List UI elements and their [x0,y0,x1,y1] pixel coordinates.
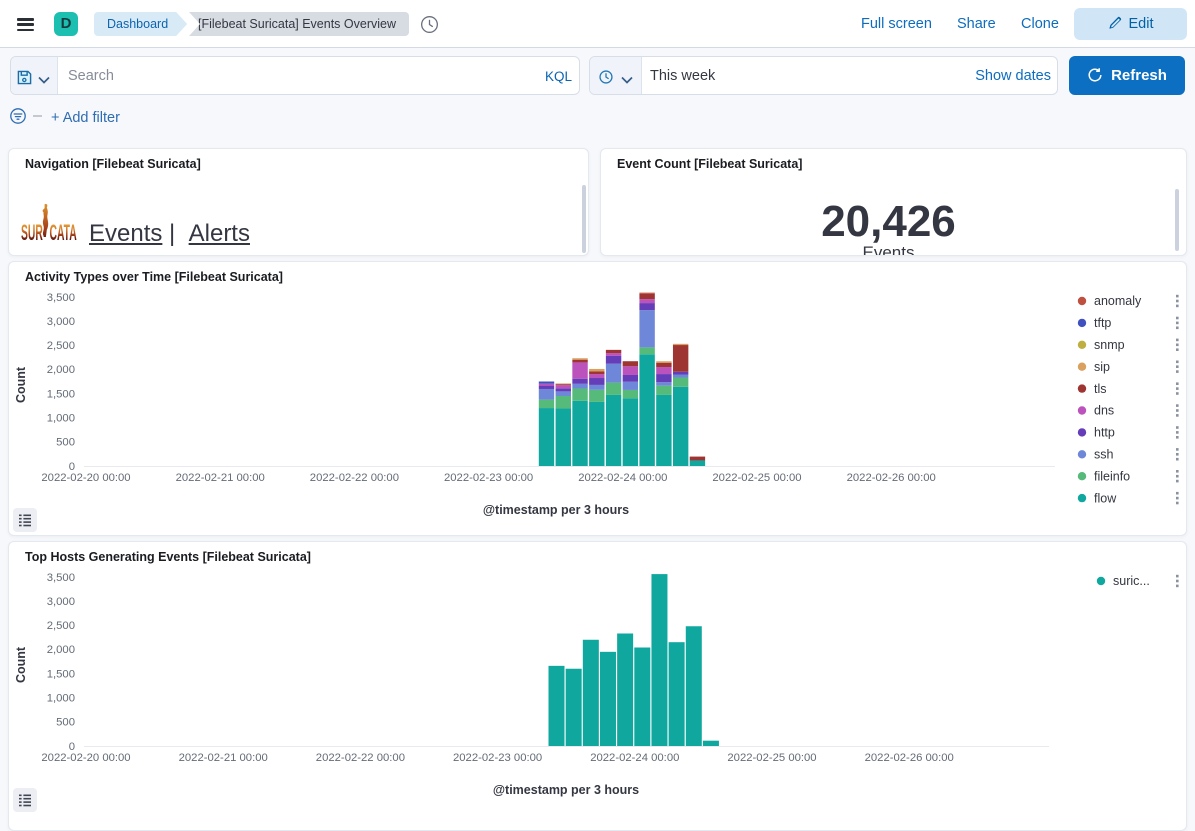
svg-text:Count: Count [14,646,28,683]
svg-text:dns: dns [1094,404,1114,418]
svg-text:1,000: 1,000 [47,693,75,705]
svg-text:0: 0 [69,741,75,753]
svg-text:1,500: 1,500 [47,668,75,680]
svg-text:500: 500 [56,437,75,449]
svg-text:http: http [1094,426,1115,440]
svg-text:2022-02-24 00:00: 2022-02-24 00:00 [590,752,679,764]
svg-text:2,000: 2,000 [47,644,75,656]
svg-text:2022-02-23 00:00: 2022-02-23 00:00 [453,752,542,764]
svg-text:2,500: 2,500 [47,620,75,632]
svg-text:2022-02-24 00:00: 2022-02-24 00:00 [578,472,667,484]
svg-text:1,500: 1,500 [47,388,75,400]
svg-text:2022-02-26 00:00: 2022-02-26 00:00 [865,752,954,764]
svg-text:0: 0 [69,461,75,473]
svg-text:2022-02-26 00:00: 2022-02-26 00:00 [847,472,936,484]
svg-text:3,000: 3,000 [47,596,75,608]
svg-text:2022-02-21 00:00: 2022-02-21 00:00 [179,752,268,764]
svg-text:snmp: snmp [1094,338,1125,352]
svg-text:2,000: 2,000 [47,364,75,376]
svg-text:3,500: 3,500 [47,292,75,304]
svg-text:sip: sip [1094,360,1110,374]
svg-text:2022-02-20 00:00: 2022-02-20 00:00 [41,752,130,764]
svg-text:2022-02-22 00:00: 2022-02-22 00:00 [310,472,399,484]
svg-text:2022-02-22 00:00: 2022-02-22 00:00 [316,752,405,764]
svg-text:ssh: ssh [1094,448,1114,462]
svg-text:tls: tls [1094,382,1107,396]
svg-text:Count: Count [14,366,28,403]
svg-text:fileinfo: fileinfo [1094,469,1130,483]
svg-text:3,500: 3,500 [47,572,75,584]
svg-text:2022-02-25 00:00: 2022-02-25 00:00 [727,752,816,764]
svg-text:500: 500 [56,717,75,729]
svg-text:2022-02-21 00:00: 2022-02-21 00:00 [176,472,265,484]
svg-text:suric...: suric... [1113,574,1150,588]
svg-text:2022-02-20 00:00: 2022-02-20 00:00 [41,472,130,484]
svg-text:anomaly: anomaly [1094,294,1142,308]
svg-text:2,500: 2,500 [47,340,75,352]
svg-text:2022-02-25 00:00: 2022-02-25 00:00 [712,472,801,484]
svg-text:1,000: 1,000 [47,413,75,425]
svg-text:3,000: 3,000 [47,316,75,328]
svg-text:@timestamp per 3 hours: @timestamp per 3 hours [483,503,629,517]
svg-text:flow: flow [1094,491,1117,505]
svg-text:tftp: tftp [1094,316,1111,330]
svg-text:CATA: CATA [50,220,77,245]
svg-text:SUR: SUR [21,220,43,245]
svg-text:@timestamp per 3 hours: @timestamp per 3 hours [493,783,639,797]
svg-text:2022-02-23 00:00: 2022-02-23 00:00 [444,472,533,484]
